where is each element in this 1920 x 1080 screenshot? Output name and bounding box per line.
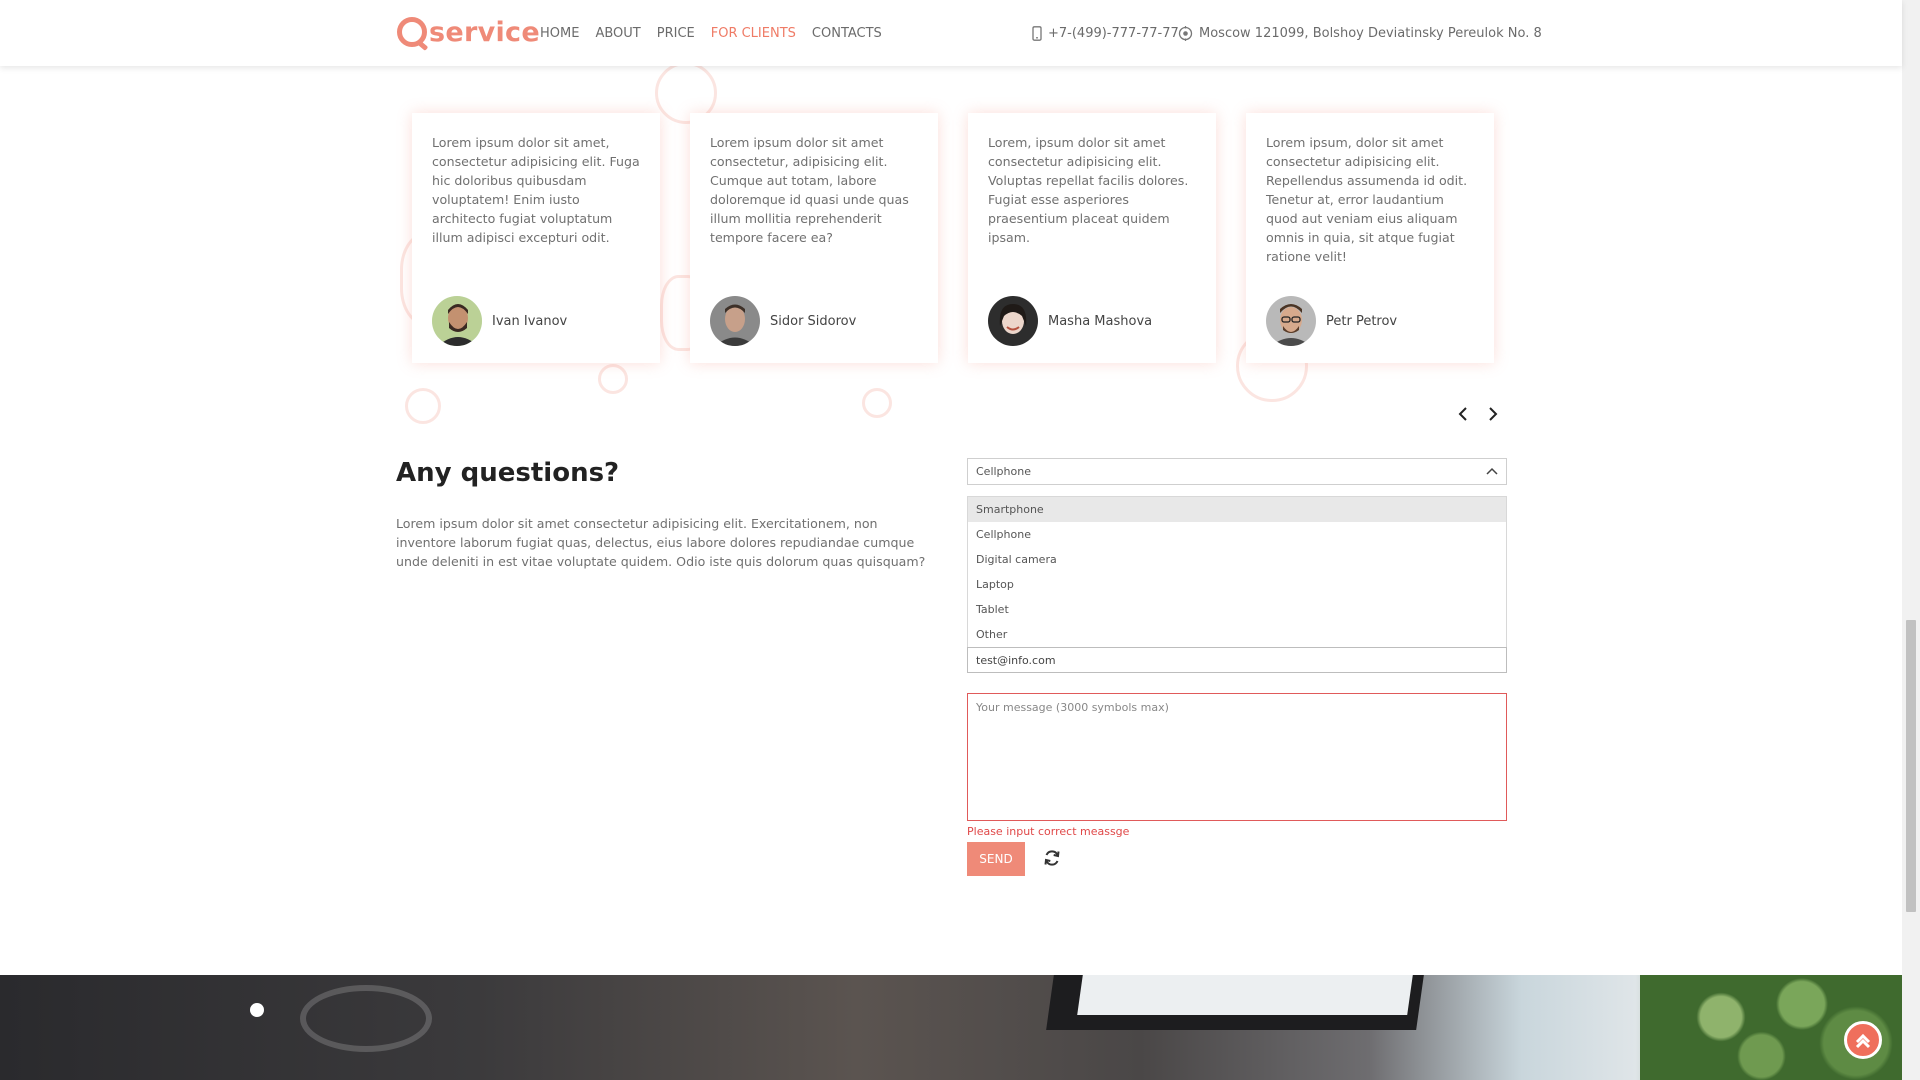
scroll-to-top-button[interactable]: [1844, 1021, 1882, 1059]
chevron-right-icon: [1489, 407, 1498, 421]
carousel-prev-button[interactable]: [1455, 404, 1471, 424]
testimonial-text: Lorem ipsum, dolor sit amet consectetur …: [1266, 135, 1468, 264]
testimonial-card: Lorem ipsum dolor sit amet consectetur, …: [690, 113, 938, 363]
footer-background-image: [0, 975, 1902, 1080]
device-option[interactable]: Digital camera: [968, 547, 1506, 572]
decor-circle: [862, 388, 892, 418]
device-option[interactable]: Smartphone: [968, 497, 1506, 522]
logo[interactable]: service: [397, 12, 540, 52]
avatar: [710, 296, 760, 346]
author-name: Ivan Ivanov: [492, 313, 568, 329]
main-nav: HOME ABOUT PRICE FOR CLIENTS CONTACTS: [540, 26, 898, 41]
refresh-icon[interactable]: [1043, 849, 1063, 869]
device-select-value: Cellphone: [976, 465, 1031, 478]
avatar: [988, 296, 1038, 346]
carousel-next-button[interactable]: [1485, 404, 1501, 424]
header-phone[interactable]: +7-(499)-777-77-77: [1032, 26, 1179, 41]
avatar: [432, 296, 482, 346]
device-option[interactable]: Cellphone: [968, 522, 1506, 547]
device-option[interactable]: Tablet: [968, 597, 1506, 622]
chevron-up-icon: [1855, 1033, 1871, 1049]
avatar: [1266, 296, 1316, 346]
nav-contacts[interactable]: CONTACTS: [812, 26, 882, 41]
message-error: Please input correct meassge: [967, 825, 1130, 838]
nav-price[interactable]: PRICE: [657, 26, 695, 41]
page-scrollbar[interactable]: [1902, 0, 1920, 1080]
testimonial-author: Petr Petrov: [1266, 296, 1397, 346]
questions-title: Any questions?: [396, 458, 620, 488]
site-header: service HOME ABOUT PRICE FOR CLIENTS CON…: [0, 0, 1902, 66]
testimonials-carousel: Lorem ipsum dolor sit amet, consectetur …: [412, 113, 1494, 363]
author-name: Petr Petrov: [1326, 313, 1398, 329]
logo-text: service: [429, 16, 540, 48]
testimonial-text: Lorem ipsum dolor sit amet consectetur, …: [710, 135, 909, 245]
device-option[interactable]: Laptop: [968, 572, 1506, 597]
photo-monitor-screen: [1077, 975, 1413, 1015]
nav-home[interactable]: HOME: [540, 26, 579, 41]
questions-text: Lorem ipsum dolor sit amet consectetur a…: [396, 516, 926, 569]
phone-number: +7-(499)-777-77-77: [1048, 26, 1179, 41]
device-select[interactable]: Cellphone: [967, 458, 1507, 485]
testimonial-card: Lorem, ipsum dolor sit amet consectetur …: [968, 113, 1216, 363]
device-dropdown: Smartphone Cellphone Digital camera Lapt…: [967, 496, 1507, 648]
author-name: Sidor Sidorov: [770, 313, 857, 329]
address-text: Moscow 121099, Bolshoy Deviatinsky Pereu…: [1199, 26, 1542, 41]
chevron-up-icon: [1486, 465, 1498, 478]
email-field[interactable]: test@info.com: [967, 647, 1507, 673]
nav-for-clients[interactable]: FOR CLIENTS: [711, 26, 796, 41]
testimonial-text: Lorem, ipsum dolor sit amet consectetur …: [988, 135, 1189, 245]
header-address: Moscow 121099, Bolshoy Deviatinsky Pereu…: [1178, 26, 1542, 41]
testimonial-card: Lorem ipsum dolor sit amet, consectetur …: [412, 113, 660, 363]
testimonial-author: Sidor Sidorov: [710, 296, 856, 346]
phone-icon: [1032, 26, 1042, 41]
testimonial-author: Masha Mashova: [988, 296, 1152, 346]
author-name: Masha Mashova: [1048, 313, 1153, 329]
send-button[interactable]: SEND: [967, 842, 1025, 876]
testimonial-text: Lorem ipsum dolor sit amet, consectetur …: [432, 135, 640, 245]
carousel-controls: [1455, 404, 1501, 424]
photo-highlight: [250, 1003, 264, 1017]
location-icon: [1178, 26, 1193, 41]
device-option[interactable]: Other: [968, 622, 1506, 647]
message-field[interactable]: Your message (3000 symbols max): [967, 693, 1507, 821]
logo-q-icon: [397, 17, 427, 47]
decor-circle: [405, 388, 441, 424]
decor-circle: [598, 364, 628, 394]
nav-about[interactable]: ABOUT: [595, 26, 640, 41]
photo-shape: [300, 985, 432, 1052]
chevron-left-icon: [1458, 407, 1467, 421]
testimonial-author: Ivan Ivanov: [432, 296, 567, 346]
scrollbar-thumb[interactable]: [1906, 620, 1916, 912]
testimonial-card: Lorem ipsum, dolor sit amet consectetur …: [1246, 113, 1494, 363]
